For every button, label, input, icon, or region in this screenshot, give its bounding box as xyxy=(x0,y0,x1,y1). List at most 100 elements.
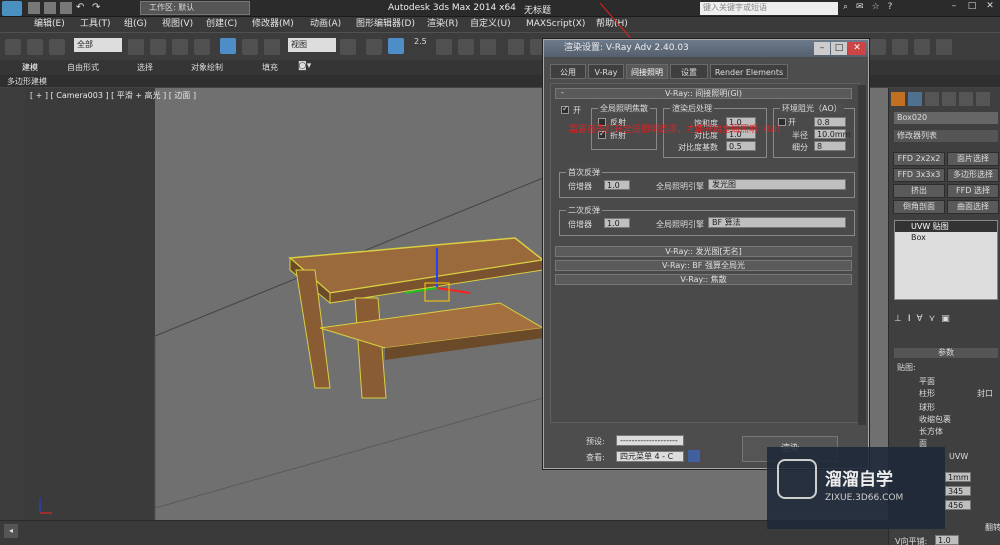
rect-selection-icon[interactable] xyxy=(172,39,188,55)
contrast-base-spinner[interactable]: 0.5 xyxy=(726,141,756,151)
teapot-icon[interactable] xyxy=(936,39,952,55)
dialog-scrollbar[interactable] xyxy=(858,85,866,425)
help-icon[interactable]: ? xyxy=(888,2,893,15)
menu-graph-editors[interactable]: 图形编辑器(D) xyxy=(356,17,415,32)
tab-settings[interactable]: 设置 xyxy=(670,64,708,79)
undo-icon[interactable]: ↶ xyxy=(76,2,88,14)
link-icon[interactable] xyxy=(5,39,21,55)
time-slider-prev-icon[interactable]: ◂ xyxy=(4,524,18,538)
tab-indirect-illumination[interactable]: 间接照明 xyxy=(626,64,668,79)
unlink-icon[interactable] xyxy=(27,39,43,55)
pivot-icon[interactable] xyxy=(340,39,356,55)
modify-tab-icon[interactable] xyxy=(908,92,922,106)
height-spinner[interactable]: 456 xyxy=(945,500,971,510)
redo-icon[interactable]: ↷ xyxy=(92,2,104,14)
tab-common[interactable]: 公用 xyxy=(550,64,586,79)
show-end-icon[interactable]: Ⅰ xyxy=(908,314,911,328)
primary-engine-dropdown[interactable]: 发光图 xyxy=(708,179,846,190)
save-icon[interactable] xyxy=(60,2,72,14)
angle-snap-icon[interactable] xyxy=(436,39,452,55)
timeline[interactable]: ◂ xyxy=(0,520,888,545)
stack-item-uvw[interactable]: UVW 贴图 xyxy=(895,221,997,232)
ribbon-options-icon[interactable]: ◙▾ xyxy=(298,61,311,71)
map-shrinkwrap[interactable]: 收缩包裹 xyxy=(919,414,951,425)
percent-snap-icon[interactable] xyxy=(458,39,474,55)
menu-create[interactable]: 创建(C) xyxy=(206,17,237,32)
ribbon-tab-populate[interactable]: 填充 xyxy=(262,62,278,73)
dialog-close-button[interactable]: ✕ xyxy=(848,42,866,55)
keyboard-shortcut-icon[interactable] xyxy=(388,38,404,54)
map-cylindrical[interactable]: 柱形 xyxy=(919,388,935,399)
menu-view[interactable]: 视图(V) xyxy=(162,17,193,32)
ribbon-tab-object-paint[interactable]: 对象绘制 xyxy=(191,62,223,73)
map-spherical[interactable]: 球形 xyxy=(919,402,935,413)
lock-view-icon[interactable] xyxy=(688,450,700,462)
search-icon[interactable]: ⌕ xyxy=(843,2,848,15)
star-icon[interactable]: ☆ xyxy=(872,2,880,15)
viewport-label[interactable]: [ + ] [ Camera003 ] [ 平滑 + 高光 ] [ 边面 ] xyxy=(30,90,196,101)
scale-icon[interactable] xyxy=(264,39,280,55)
window-crossing-icon[interactable] xyxy=(194,39,210,55)
workspace-dropdown[interactable]: 工作区: 默认 xyxy=(140,1,250,15)
ref-coord-dropdown[interactable]: 视图 xyxy=(288,38,336,52)
configure-icon[interactable]: ▣ xyxy=(941,314,950,328)
menu-group[interactable]: 组(G) xyxy=(124,17,147,32)
rotate-icon[interactable] xyxy=(242,39,258,55)
width-spinner[interactable]: 345 xyxy=(945,486,971,496)
utilities-tab-icon[interactable] xyxy=(976,92,990,106)
close-button[interactable]: ✕ xyxy=(982,1,998,15)
length-spinner[interactable]: 1mm xyxy=(945,472,971,482)
ribbon-tab-selection[interactable]: 选择 xyxy=(137,62,153,73)
render-setup-icon[interactable] xyxy=(870,39,886,55)
menu-customize[interactable]: 自定义(U) xyxy=(470,17,511,32)
map-planar[interactable]: 平面 xyxy=(919,376,935,387)
select-manipulate-icon[interactable] xyxy=(366,39,382,55)
hierarchy-tab-icon[interactable] xyxy=(925,92,939,106)
map-cap[interactable]: 封口 xyxy=(977,388,993,399)
dialog-minimize-button[interactable]: – xyxy=(814,42,830,55)
create-tab-icon[interactable] xyxy=(891,92,905,106)
motion-tab-icon[interactable] xyxy=(942,92,956,106)
spinner-snap-icon[interactable] xyxy=(480,39,496,55)
patch-select-button[interactable]: 面片选择 xyxy=(947,152,999,166)
minimize-button[interactable]: – xyxy=(946,1,962,15)
ffd-select-button[interactable]: FFD 选择 xyxy=(947,184,999,198)
subdivs-spinner[interactable]: 8 xyxy=(814,141,846,151)
poly-select-button[interactable]: 多边形选择 xyxy=(947,168,999,182)
object-name-field[interactable]: Box020 xyxy=(894,112,998,124)
render-production-icon[interactable] xyxy=(914,39,930,55)
display-tab-icon[interactable] xyxy=(959,92,973,106)
rollout-caustics[interactable]: V-Ray:: 焦散 xyxy=(555,274,852,285)
ribbon-subtab-polygon-modeling[interactable]: 多边形建模 xyxy=(7,76,47,87)
menu-rendering[interactable]: 渲染(R) xyxy=(427,17,458,32)
edit-named-selection-icon[interactable] xyxy=(508,39,524,55)
bevel-profile-button[interactable]: 倒角剖面 xyxy=(893,200,945,214)
selection-filter-dropdown[interactable]: 全部 xyxy=(74,38,122,52)
maximize-button[interactable]: □ xyxy=(964,1,980,15)
view-dropdown[interactable]: 四元菜单 4 - C xyxy=(616,451,684,462)
pin-stack-icon[interactable]: ⊥ xyxy=(894,314,902,328)
bind-spacewarp-icon[interactable] xyxy=(49,39,65,55)
ribbon-tab-freeform[interactable]: 自由形式 xyxy=(67,62,99,73)
menu-modifiers[interactable]: 修改器(M) xyxy=(252,17,294,32)
tab-render-elements[interactable]: Render Elements xyxy=(710,64,788,79)
menu-edit[interactable]: 编辑(E) xyxy=(34,17,65,32)
modifier-list-dropdown[interactable]: 修改器列表 xyxy=(894,130,998,142)
menu-tools[interactable]: 工具(T) xyxy=(80,17,111,32)
secondary-multiplier-spinner[interactable]: 1.0 xyxy=(604,218,630,228)
primary-multiplier-spinner[interactable]: 1.0 xyxy=(604,180,630,190)
ffd-3x3x3-button[interactable]: FFD 3x3x3 xyxy=(893,168,945,182)
remove-modifier-icon[interactable]: ⋎ xyxy=(929,314,936,328)
preset-dropdown[interactable]: -------------------- xyxy=(616,435,684,446)
radius-spinner[interactable]: 10.0mm xyxy=(814,129,850,139)
dialog-maximize-button[interactable]: □ xyxy=(831,42,847,55)
open-file-icon[interactable] xyxy=(44,2,56,14)
rendered-frame-icon[interactable] xyxy=(892,39,908,55)
v-tile-spinner[interactable]: 1.0 xyxy=(935,535,959,545)
ribbon-tab-modeling[interactable]: 建模 xyxy=(22,62,38,73)
rollout-collapse-icon[interactable]: - xyxy=(561,88,564,97)
rollout-brute-force[interactable]: V-Ray:: BF 强算全局光 xyxy=(555,260,852,271)
rollout-irradiance-map[interactable]: V-Ray:: 发光图[无名] xyxy=(555,246,852,257)
select-by-name-icon[interactable] xyxy=(150,39,166,55)
make-unique-icon[interactable]: ∀ xyxy=(917,314,923,328)
